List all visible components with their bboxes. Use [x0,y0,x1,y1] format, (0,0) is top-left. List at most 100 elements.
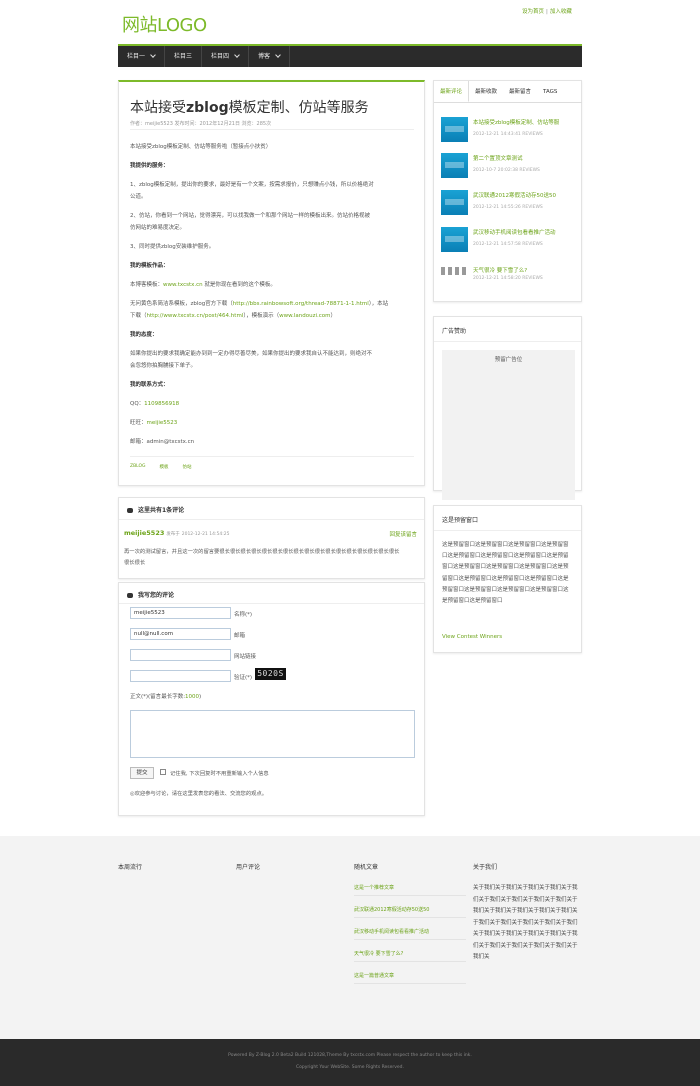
random-article-link[interactable]: 武汉联通2012寒假活动存50送50 [354,906,466,918]
post-paragraph: 仿网站的难易度决定。 [130,225,186,231]
zblog-download-link[interactable]: http://bbs.rainbowsoft.org/thread-78871-… [233,301,369,307]
news-item[interactable]: 武汉移动手机阅读包看看推广活动 2012-12-21 14:57:58 REVIE… [441,225,581,253]
footer-col-popular: 本周流行 [118,862,228,871]
tab-latest-messages[interactable]: 最新留言 [503,81,537,102]
news-title[interactable]: 本站接受zblog模板定制、仿站等服 [473,118,559,126]
tag-link[interactable]: ZBLOG [130,464,146,470]
footer-heading: 随机文章 [354,864,379,871]
footer-heading: 本周流行 [118,864,143,871]
footer-col-random: 随机文章 这是一个推荐文章 武汉联通2012寒假活动存50送50 武汉移动手机阅… [354,862,466,984]
add-favorite-link[interactable]: 加入收藏 [550,9,572,15]
post-paragraph: 公道。 [130,194,147,200]
sidebar-tabs: 最新评论 最新收款 最新留言 TAGS [434,81,582,103]
post-subheading: 我的态度： [130,332,158,338]
captcha-input[interactable] [130,670,231,682]
nav-item-4[interactable]: 博客 [249,46,291,67]
post-paragraph: 1、zblog模板定制，提出你的要求，最好是有一个文案，按需求报价，只想赚点小钱… [130,182,374,188]
email-input[interactable]: null@null.com [130,628,231,640]
sidebar-tabs-widget: 最新评论 最新收款 最新留言 TAGS 本站接受zblog模板定制、仿站等服 20… [433,80,582,302]
ad-placeholder[interactable]: 预留广告位 [442,350,575,500]
news-item[interactable]: 第二个置顶文章测试 2012-10-7 20:02:38 REVIEWS [441,151,581,179]
post-paragraph: 本博客模板：www.txcstx.cn 就是你现在看到的这个模板。 [130,282,276,288]
contact-email: 邮箱：admin@txcstx.cn [130,439,195,445]
news-item[interactable]: 本站接受zblog模板定制、仿站等服 2012-12-21 14:43:41 RE… [441,115,581,143]
url-input[interactable] [130,649,231,661]
news-thumbnail [441,190,468,215]
post-title[interactable]: 本站接受zblog模板定制、仿站等服务 [130,97,369,117]
news-title[interactable]: 第二个置顶文章测试 [473,154,523,162]
post-paragraph: 本站接受zblog模板定制、仿站等服务啦（暂接点小扶贫） [130,144,272,150]
remember-checkbox[interactable] [160,769,166,775]
ad-title: 广告赞助 [442,328,467,335]
main-nav: 栏目一 栏目三 栏目四 博客 [118,44,582,67]
nav-item-1[interactable]: 栏目一 [118,46,166,67]
comment-author[interactable]: meijie5523 [124,529,164,537]
post-meta: 作者：meijie5523 发布时间：2012年12月21日 浏览：285次 [130,121,272,127]
powered-by-text: Powered By Z-Blog 2.0 Beta2 Build 121028… [228,1053,472,1058]
nav-item-2[interactable]: 栏目三 [165,46,203,67]
comment-text: 再一次的测试留言，并且这一次的留言要很长很长很长很长很长很长很长很长很长很长很长… [124,549,400,555]
ad-widget: 广告赞助 预留广告位 [433,316,582,500]
comment-textarea[interactable] [130,710,415,758]
comment-header: meijie5523 发布于 2012-12-21 14:54:25 [124,529,230,537]
random-article-link[interactable]: 天气很冷 要下雪了么? [354,950,466,962]
widget-text: 这是预留窗口这是预留窗口这是预留窗口这是预留窗口这是预留窗口这是预留窗口这是预留… [442,542,569,605]
body-max: 1000 [185,694,200,700]
comments-section: 这里共有1条评论 meijie5523 发布于 2012-12-21 14:54… [118,497,425,579]
comment-tag: 发布于 [166,532,180,537]
news-date: 2012-10-7 20:02:38 REVIEWS [473,168,540,173]
name-label: 名称(*) [234,612,253,618]
post-article: 本站接受zblog模板定制、仿站等服务 作者：meijie5523 发布时间：2… [118,80,425,486]
comment-date: 2012-12-21 14:54:25 [181,532,230,537]
nav-item-label: 博客 [258,53,271,60]
tag-link[interactable]: 模板 [160,464,169,470]
tag-link[interactable]: 仿站 [183,464,192,470]
post-paragraph: 如果你提出的要求我确定能办到到一定办得尽善尽美，如果你提出的要求我自认不能达到，… [130,351,373,357]
reserved-widget: 这是预留窗口 这是预留窗口这是预留窗口这是预留窗口这是预留窗口这是预留窗口这是预… [433,505,582,653]
nav-item-label: 栏目四 [211,53,230,60]
nav-item-label: 栏目三 [174,53,193,60]
reply-link[interactable]: 回复该留言 [389,530,417,538]
about-text: 关于我们关于我们关于我们关于我们关于我们关于我们关于我们关于我们关于我们关于我们… [473,885,578,960]
news-title[interactable]: 武汉联通2012寒假活动存50送50 [473,191,556,199]
contact-wangwang: 旺旺：meijie5523 [130,420,178,426]
top-links: 设为首页 | 加入收藏 [522,7,572,15]
contact-qq: QQ：1109856918 [130,401,180,407]
wangwang-value: meijie5523 [146,420,178,426]
random-article-link[interactable]: 这是一个推荐文章 [354,884,466,896]
divider [434,341,581,342]
nav-item-3[interactable]: 栏目四 [202,46,250,67]
comments-title: 这里共有1条评论 [127,505,184,514]
news-title[interactable]: 武汉移动手机阅读包看看推广活动 [473,228,556,236]
weather-thumbnail [441,267,468,275]
demo-link[interactable]: www.landouzi.com [279,313,330,319]
form-title: 我写您的评论 [127,590,174,599]
post-paragraph: 会忽悠你拍胸脯接下单子。 [130,363,197,369]
name-input[interactable]: meijie5523 [130,607,231,619]
set-home-link[interactable]: 设为首页 [522,9,544,15]
news-item[interactable]: 武汉联通2012寒假活动存50送50 2012-12-21 14:55:26 RE… [441,188,581,216]
news-item[interactable]: 天气很冷 要下雪了么? 2012-12-21 14:58:20 REVIEWS [441,263,581,291]
blog-link[interactable]: www.txcstx.cn [163,282,203,288]
remember-label: 记住我, 下次回复时不用重新输入个人信息 [170,771,269,777]
view-contest-winners-link[interactable]: View Contest Winners [442,634,502,640]
post-subheading: 我提供的服务： [130,163,169,169]
footer: 本周流行 用户评论 随机文章 这是一个推荐文章 武汉联通2012寒假活动存50送… [0,836,700,1039]
local-download-link[interactable]: http://www.txcstx.cn/post/464.html [147,313,244,319]
news-title[interactable]: 天气很冷 要下雪了么? [473,266,527,274]
news-thumbnail [441,227,468,252]
random-article-link[interactable]: 武汉移动手机阅读包看看推广活动 [354,928,466,940]
site-logo[interactable]: 网站LOGO [122,11,207,37]
footer-col-comments: 用户评论 [236,862,346,871]
captcha-image[interactable]: 5020S [255,668,286,680]
tab-tags[interactable]: TAGS [537,81,563,102]
tab-latest-posts[interactable]: 最新收款 [469,81,503,102]
post-subheading: 我的模板作品： [130,263,169,269]
footer-col-about: 关于我们 关于我们关于我们关于我们关于我们关于我们关于我们关于我们关于我们关于我… [473,862,583,960]
news-date: 2012-12-21 14:43:41 REVIEWS [473,132,543,137]
news-date: 2012-12-21 14:58:20 REVIEWS [473,276,543,281]
random-article-link[interactable]: 这是一篇普通文章 [354,972,466,984]
submit-button[interactable]: 提交 [130,767,154,779]
tab-latest-comments[interactable]: 最新评论 [434,81,470,102]
news-date: 2012-12-21 14:57:58 REVIEWS [473,242,543,247]
